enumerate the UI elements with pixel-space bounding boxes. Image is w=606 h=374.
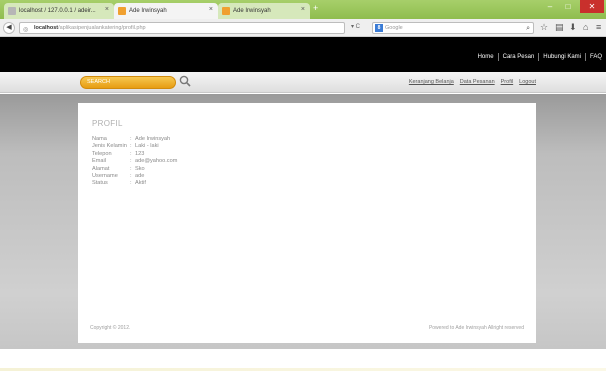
field-value: ade: [135, 172, 145, 179]
tab-title: Ade Irwinsyah: [129, 8, 167, 14]
tab-title: localhost / 127.0.0.1 / adeir...: [19, 8, 96, 14]
field-value: Aktif: [135, 180, 146, 187]
bottom-divider: [0, 368, 606, 371]
close-tab-icon[interactable]: ×: [209, 6, 213, 13]
account-links: Keranjang Belanja Data Pesanan Profil Lo…: [409, 79, 536, 85]
download-icon[interactable]: ⬇: [569, 22, 577, 33]
nav-faq[interactable]: FAQ: [590, 54, 602, 60]
star-icon[interactable]: ☆: [540, 22, 548, 33]
browser-tab-bar: localhost / 127.0.0.1 / adeir... × Ade I…: [0, 0, 606, 19]
field-label: Telepon: [92, 150, 112, 157]
nav-hubungi-kami[interactable]: Hubungi Kami: [543, 54, 581, 60]
url-path: /aplikasipenjualankatering/profil.php: [58, 25, 146, 31]
field-label: Username: [92, 172, 118, 179]
tab-favicon-icon: [222, 7, 230, 15]
profile-details: Nama: Ade Irwinsyah Jenis Kelamin: Laki …: [92, 136, 177, 188]
profile-panel: PROFIL Nama: Ade Irwinsyah Jenis Kelamin…: [78, 103, 536, 343]
site-header: Home Cara Pesan Hubungi Kami FAQ: [0, 37, 606, 72]
tab-title: Ade Irwinsyah: [233, 8, 271, 14]
powered-by-text: Powered to Ade Irwinsyah Allright reserv…: [428, 325, 524, 331]
url-host: localhost: [34, 25, 59, 31]
field-value: Sko: [135, 165, 145, 172]
profile-row-username: Username: ade: [92, 172, 145, 179]
field-value: Laki - laki: [135, 143, 159, 150]
tab-favicon-icon: [118, 7, 126, 15]
link-data-pesanan[interactable]: Data Pesanan: [460, 79, 495, 85]
field-value: 123: [135, 150, 145, 157]
field-label: Nama: [92, 136, 107, 142]
field-label: Status: [92, 180, 108, 187]
tab-ade-irwinsyah-active[interactable]: Ade Irwinsyah ×: [114, 3, 218, 19]
tab-phpmyadmin[interactable]: localhost / 127.0.0.1 / adeir... ×: [4, 3, 114, 19]
profile-row-status: Status: Aktif: [92, 180, 146, 187]
nav-divider: [538, 53, 540, 61]
search-icon[interactable]: ⌕: [526, 23, 530, 34]
close-window-button[interactable]: ✕: [580, 0, 604, 13]
search-engine-label: Google: [385, 25, 403, 31]
field-value: Ade Irwinsyah: [135, 136, 171, 142]
close-tab-icon[interactable]: ×: [301, 6, 305, 13]
field-label: Alamat: [92, 165, 110, 172]
copyright-text: Copyright © 2012.: [90, 325, 131, 331]
link-profil[interactable]: Profil: [501, 79, 514, 85]
back-arrow-icon[interactable]: ◀: [3, 22, 15, 34]
link-keranjang-belanja[interactable]: Keranjang Belanja: [409, 79, 454, 85]
tab-ade-irwinsyah-2[interactable]: Ade Irwinsyah ×: [218, 3, 310, 19]
field-value: ade@yahoo.com: [135, 158, 178, 165]
tab-favicon-icon: [8, 7, 16, 15]
field-label: Email: [92, 158, 106, 165]
profile-row-alamat: Alamat: Sko: [92, 165, 145, 172]
link-logout[interactable]: Logout: [519, 79, 536, 85]
maximize-button[interactable]: □: [560, 0, 576, 13]
address-bar[interactable]: ◎ localhost/aplikasipenjualankatering/pr…: [19, 22, 345, 34]
profile-row-jenis-kelamin: Jenis Kelamin: Laki - laki: [92, 143, 159, 150]
close-tab-icon[interactable]: ×: [105, 6, 109, 13]
browser-search-box[interactable]: 8 Google ⌕: [372, 22, 534, 34]
magnifier-icon[interactable]: [179, 75, 191, 87]
top-navigation: Home Cara Pesan Hubungi Kami FAQ: [478, 53, 602, 61]
nav-cara-pesan[interactable]: Cara Pesan: [503, 54, 535, 60]
search-band: SEARCH Keranjang Belanja Data Pesanan Pr…: [0, 72, 606, 93]
minimize-button[interactable]: –: [542, 0, 558, 13]
page-title: PROFIL: [92, 119, 123, 128]
nav-home[interactable]: Home: [478, 54, 494, 60]
profile-row-nama: Nama: Ade Irwinsyah: [92, 136, 171, 142]
field-label: Jenis Kelamin: [92, 143, 127, 150]
menu-icon[interactable]: ≡: [596, 22, 601, 32]
profile-row-email: Email: ade@yahoo.com: [92, 158, 178, 165]
site-search-input[interactable]: SEARCH: [80, 76, 176, 89]
new-tab-button[interactable]: +: [313, 3, 318, 13]
reload-icon[interactable]: ▾ C: [351, 23, 360, 30]
nav-divider: [584, 53, 586, 61]
home-icon[interactable]: ⌂: [583, 22, 588, 32]
profile-row-telepon: Telepon: 123: [92, 150, 145, 157]
google-icon: 8: [375, 24, 383, 32]
globe-icon: ◎: [23, 27, 29, 33]
clipboard-icon[interactable]: ▤: [555, 22, 564, 33]
nav-divider: [497, 53, 499, 61]
browser-nav-bar: ◀ ◎ localhost/aplikasipenjualankatering/…: [0, 19, 606, 37]
